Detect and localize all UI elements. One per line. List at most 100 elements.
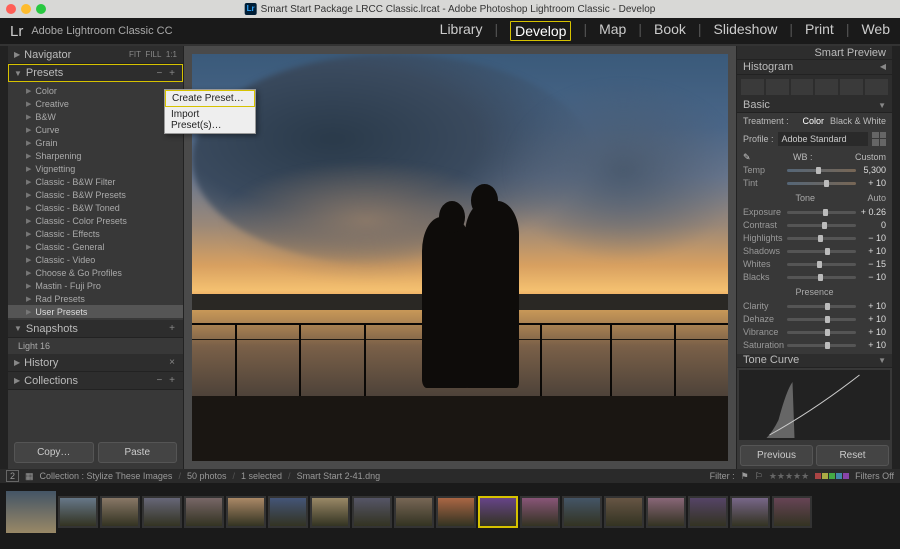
preset-folder[interactable]: ▶Rad Presets	[8, 292, 183, 305]
filmstrip-thumbnail[interactable]	[310, 496, 350, 528]
filmstrip-thumbnail[interactable]	[352, 496, 392, 528]
grid-icon[interactable]: ▦	[25, 471, 34, 482]
exposure-value[interactable]: + 0.26	[860, 207, 886, 217]
shadows-slider[interactable]	[787, 250, 856, 253]
module-web[interactable]: Web	[861, 21, 890, 41]
filters-off-label[interactable]: Filters Off	[855, 471, 894, 481]
second-window-icon[interactable]: 2	[6, 470, 19, 482]
tone-curve-graph[interactable]	[739, 370, 890, 440]
treatment-color[interactable]: Color	[802, 116, 824, 126]
preset-folder[interactable]: ▶Classic - General	[8, 240, 183, 253]
highlights-slider[interactable]	[787, 237, 856, 240]
filmstrip-thumbnail[interactable]	[520, 496, 560, 528]
redeye-tool[interactable]	[791, 79, 814, 95]
filmstrip-thumbnail[interactable]	[394, 496, 434, 528]
temp-slider[interactable]	[787, 169, 856, 172]
remove-preset-button[interactable]: −	[157, 68, 165, 79]
filmstrip-thumbnail[interactable]	[142, 496, 182, 528]
presets-header[interactable]: ▼ Presets − +	[8, 64, 183, 82]
flag-filter[interactable]: ⚑	[741, 471, 749, 482]
module-slideshow[interactable]: Slideshow	[714, 21, 778, 41]
contrast-slider[interactable]	[787, 224, 856, 227]
blacks-slider[interactable]	[787, 276, 856, 279]
paste-button[interactable]: Paste	[98, 442, 178, 463]
dehaze-value[interactable]: + 10	[860, 314, 886, 324]
clarity-value[interactable]: + 10	[860, 301, 886, 311]
filmstrip[interactable]	[0, 483, 900, 541]
preset-folder[interactable]: ▶Vignetting	[8, 162, 183, 175]
filmstrip-thumbnail[interactable]	[226, 496, 266, 528]
module-map[interactable]: Map	[599, 21, 626, 41]
filmstrip-thumbnail[interactable]	[562, 496, 602, 528]
menu-import-preset[interactable]: Import Preset(s)…	[165, 107, 255, 133]
star-filter[interactable]: ★★★★★	[769, 471, 809, 482]
profile-select[interactable]: Adobe Standard	[778, 132, 868, 146]
module-library[interactable]: Library	[440, 21, 483, 41]
shadows-value[interactable]: + 10	[860, 246, 886, 256]
saturation-slider[interactable]	[787, 344, 856, 347]
preset-folder[interactable]: ▶User Presets	[8, 305, 183, 318]
filmstrip-thumbnail[interactable]	[646, 496, 686, 528]
preset-folder[interactable]: ▶Mastin - Fuji Pro	[8, 279, 183, 292]
preset-folder[interactable]: ▶Curve	[8, 123, 183, 136]
preset-folder[interactable]: ▶Color	[8, 84, 183, 97]
filmstrip-thumbnail[interactable]	[184, 496, 224, 528]
wb-select[interactable]: Custom	[855, 152, 886, 162]
preset-folder[interactable]: ▶B&W	[8, 110, 183, 123]
preset-folder[interactable]: ▶Classic - B&W Filter	[8, 175, 183, 188]
snapshot-item[interactable]: Light 16	[8, 338, 183, 354]
preset-folder[interactable]: ▶Sharpening	[8, 149, 183, 162]
previous-button[interactable]: Previous	[740, 445, 813, 466]
filmstrip-thumbnail[interactable]	[772, 496, 812, 528]
add-preset-button[interactable]: +	[169, 68, 177, 79]
zoom-window-button[interactable]	[36, 4, 46, 14]
whites-slider[interactable]	[787, 263, 856, 266]
treatment-bw[interactable]: Black & White	[830, 116, 886, 126]
contrast-value[interactable]: 0	[860, 220, 886, 230]
filmstrip-thumbnail[interactable]	[688, 496, 728, 528]
vibrance-slider[interactable]	[787, 331, 856, 334]
blacks-value[interactable]: − 10	[860, 272, 886, 282]
crop-tool[interactable]	[741, 79, 764, 95]
filmstrip-thumbnail[interactable]	[100, 496, 140, 528]
collections-header[interactable]: ▶ Collections − +	[8, 372, 183, 390]
brush-tool[interactable]	[865, 79, 888, 95]
tonecurve-header[interactable]: Tone Curve ▼	[737, 354, 892, 368]
color-filter[interactable]	[815, 473, 849, 479]
filmstrip-thumbnail[interactable]	[730, 496, 770, 528]
dehaze-slider[interactable]	[787, 318, 856, 321]
reset-button[interactable]: Reset	[816, 445, 889, 466]
add-snapshot-button[interactable]: +	[169, 323, 177, 334]
menu-create-preset[interactable]: Create Preset…	[165, 90, 255, 107]
preset-folder[interactable]: ▶Classic - B&W Toned	[8, 201, 183, 214]
radial-tool[interactable]	[840, 79, 863, 95]
collection-label[interactable]: Collection : Stylize These Images	[40, 471, 173, 481]
copy-button[interactable]: Copy…	[14, 442, 94, 463]
profile-browser-icon[interactable]	[872, 132, 886, 146]
image-preview[interactable]	[192, 54, 728, 461]
highlights-value[interactable]: − 10	[860, 233, 886, 243]
preset-folder[interactable]: ▶Grain	[8, 136, 183, 149]
saturation-value[interactable]: + 10	[860, 340, 886, 350]
filmstrip-thumbnail[interactable]	[436, 496, 476, 528]
preset-folder[interactable]: ▶Classic - Color Presets	[8, 214, 183, 227]
exposure-slider[interactable]	[787, 211, 856, 214]
navigator-header[interactable]: ▶ Navigator FIT FILL 1:1	[8, 46, 183, 64]
histogram-header[interactable]: Histogram ◀	[737, 60, 892, 74]
filmstrip-thumbnail[interactable]	[478, 496, 518, 528]
spot-tool[interactable]	[766, 79, 789, 95]
minimize-window-button[interactable]	[21, 4, 31, 14]
preset-folder[interactable]: ▶Classic - B&W Presets	[8, 188, 183, 201]
module-book[interactable]: Book	[654, 21, 686, 41]
preset-folder[interactable]: ▶Creative	[8, 97, 183, 110]
left-edge-toggle[interactable]	[0, 46, 8, 469]
preset-folder[interactable]: ▶Choose & Go Profiles	[8, 266, 183, 279]
auto-tone-button[interactable]: Auto	[867, 193, 886, 203]
filmstrip-thumbnail[interactable]	[604, 496, 644, 528]
second-window-preview[interactable]	[6, 491, 56, 533]
gradient-tool[interactable]	[815, 79, 838, 95]
filmstrip-thumbnail[interactable]	[58, 496, 98, 528]
tint-slider[interactable]	[787, 182, 856, 185]
basic-header[interactable]: Basic ▼	[737, 99, 892, 113]
module-print[interactable]: Print	[805, 21, 834, 41]
